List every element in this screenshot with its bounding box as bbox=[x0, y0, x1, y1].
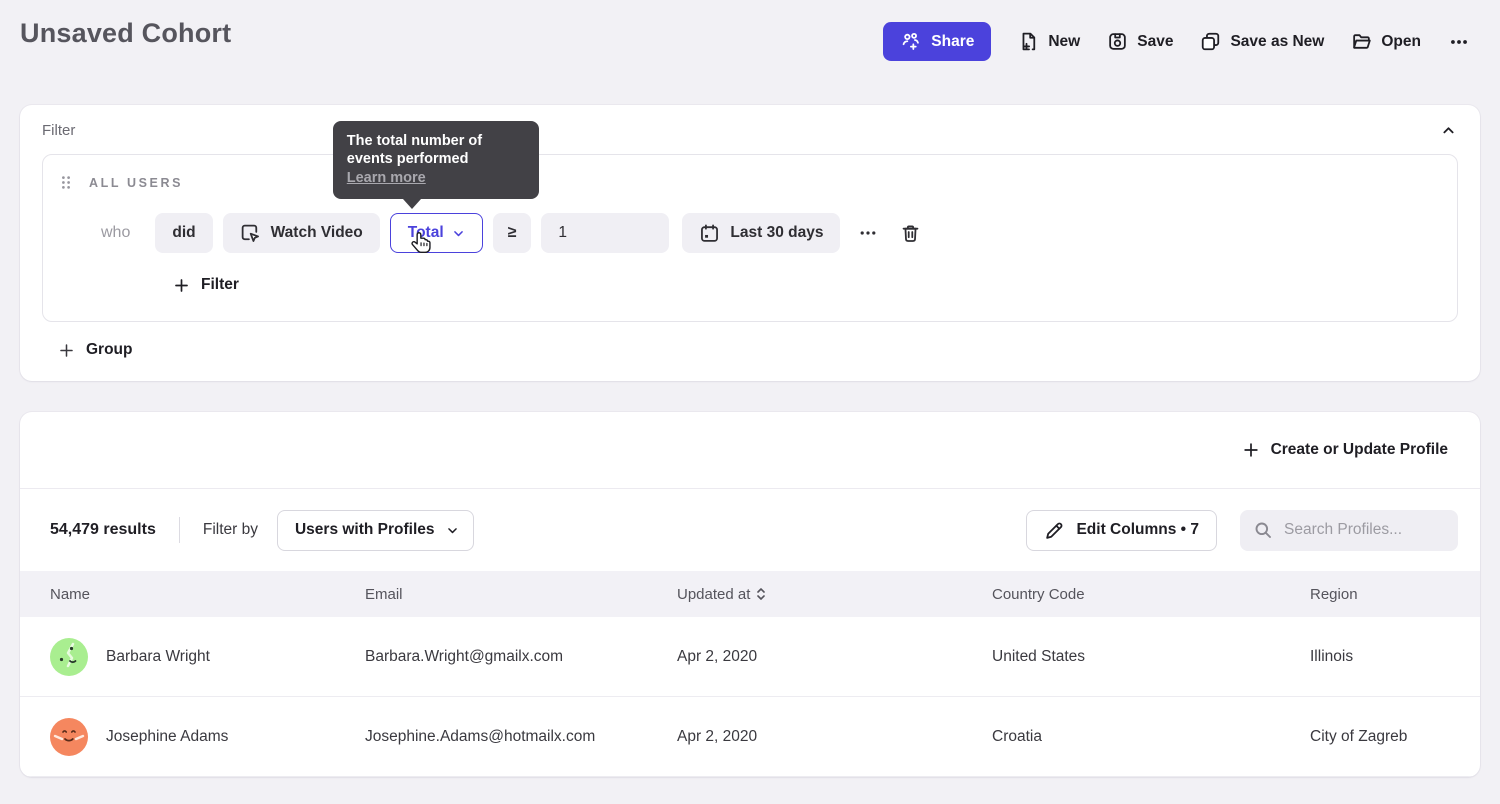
aggregate-tooltip: The total number of events performed Lea… bbox=[333, 121, 539, 199]
calendar-icon bbox=[699, 223, 720, 244]
sort-icon bbox=[756, 587, 766, 601]
profiles-filter-dropdown[interactable]: Users with Profiles bbox=[277, 510, 474, 551]
date-range-selector[interactable]: Last 30 days bbox=[682, 213, 840, 253]
pencil-icon bbox=[1044, 520, 1065, 541]
table-row[interactable]: Barbara Wright Barbara.Wright@gmailx.com… bbox=[20, 617, 1480, 697]
chevron-down-icon bbox=[446, 524, 459, 537]
save-as-new-button[interactable]: Save as New bbox=[1200, 31, 1324, 52]
search-profiles-input[interactable] bbox=[1284, 521, 1445, 539]
trash-icon bbox=[900, 223, 921, 244]
aggregate-selector[interactable]: Total The total number of events perform… bbox=[390, 213, 483, 253]
copy-icon bbox=[1200, 31, 1221, 52]
collapse-filter-button[interactable] bbox=[1441, 123, 1456, 138]
profiles-filter-value: Users with Profiles bbox=[295, 521, 435, 539]
date-range-label: Last 30 days bbox=[730, 224, 823, 242]
add-group-label: Group bbox=[86, 341, 133, 359]
search-profiles-box[interactable] bbox=[1240, 510, 1458, 551]
cell-region: City of Zagreb bbox=[1310, 728, 1450, 746]
edit-columns-button[interactable]: Edit Columns • 7 bbox=[1026, 510, 1217, 551]
plus-icon bbox=[58, 342, 75, 359]
event-selector-label: Watch Video bbox=[271, 224, 363, 242]
value-input[interactable]: 1 bbox=[541, 213, 669, 253]
cell-updated-at: Apr 2, 2020 bbox=[677, 648, 992, 666]
column-header-email[interactable]: Email bbox=[365, 586, 677, 603]
top-bar: Unsaved Cohort Share bbox=[0, 0, 1500, 61]
more-options-button[interactable] bbox=[1448, 31, 1470, 53]
column-header-updated-at[interactable]: Updated at bbox=[677, 586, 992, 603]
edit-columns-label: Edit Columns • 7 bbox=[1076, 521, 1199, 539]
page-title: Unsaved Cohort bbox=[20, 16, 231, 49]
learn-more-link[interactable]: Learn more bbox=[347, 169, 426, 187]
save-button[interactable]: Save bbox=[1107, 31, 1173, 52]
column-header-region[interactable]: Region bbox=[1310, 586, 1450, 603]
who-label: who bbox=[101, 224, 130, 242]
add-filter-button[interactable]: Filter bbox=[173, 276, 239, 294]
did-selector[interactable]: did bbox=[155, 213, 212, 253]
filter-group: ALL USERS who did Watch Video Total bbox=[42, 154, 1458, 322]
filter-by-label: Filter by bbox=[203, 521, 258, 539]
share-button-label: Share bbox=[931, 33, 974, 51]
row-more-options-button[interactable] bbox=[858, 223, 878, 243]
plus-icon bbox=[1242, 441, 1260, 459]
save-icon bbox=[1107, 31, 1128, 52]
filter-panel-title: Filter bbox=[42, 122, 75, 139]
cell-region: Illinois bbox=[1310, 648, 1450, 666]
results-panel: Create or Update Profile 54,479 results … bbox=[20, 412, 1480, 777]
save-button-label: Save bbox=[1137, 33, 1173, 51]
cell-updated-at: Apr 2, 2020 bbox=[677, 728, 992, 746]
cell-email: Josephine.Adams@hotmailx.com bbox=[365, 728, 677, 746]
event-selector[interactable]: Watch Video bbox=[223, 213, 380, 253]
search-icon bbox=[1253, 520, 1273, 540]
share-button[interactable]: Share bbox=[883, 22, 991, 61]
save-as-new-button-label: Save as New bbox=[1230, 33, 1324, 51]
ellipsis-icon bbox=[1448, 31, 1470, 53]
cell-country-code: United States bbox=[992, 648, 1310, 666]
plus-icon bbox=[173, 277, 190, 294]
create-or-update-profile-label: Create or Update Profile bbox=[1271, 441, 1448, 459]
cell-name: Barbara Wright bbox=[106, 648, 210, 666]
folder-open-icon bbox=[1351, 31, 1372, 52]
cell-country-code: Croatia bbox=[992, 728, 1310, 746]
cell-name: Josephine Adams bbox=[106, 728, 228, 746]
aggregate-selector-label: Total bbox=[408, 224, 444, 242]
delete-condition-button[interactable] bbox=[900, 223, 921, 244]
cell-email: Barbara.Wright@gmailx.com bbox=[365, 648, 677, 666]
filter-condition-row: who did Watch Video Total bbox=[101, 213, 1441, 253]
new-document-icon bbox=[1018, 31, 1039, 52]
create-or-update-profile-button[interactable]: Create or Update Profile bbox=[1242, 441, 1448, 459]
tooltip-arrow bbox=[403, 199, 421, 209]
open-button[interactable]: Open bbox=[1351, 31, 1421, 52]
ellipsis-icon bbox=[858, 223, 878, 243]
header-actions: Share New Save bbox=[883, 16, 1470, 61]
filter-panel: Filter ALL USERS who did bbox=[20, 105, 1480, 381]
table-header: Name Email Updated at Country Code Regio… bbox=[20, 571, 1480, 617]
add-group-button[interactable]: Group bbox=[58, 341, 133, 381]
new-button-label: New bbox=[1048, 33, 1080, 51]
group-label: ALL USERS bbox=[89, 176, 183, 190]
table-row[interactable]: Josephine Adams Josephine.Adams@hotmailx… bbox=[20, 697, 1480, 777]
chevron-up-icon bbox=[1441, 123, 1456, 138]
column-header-name[interactable]: Name bbox=[50, 586, 365, 603]
tooltip-text: The total number of events performed bbox=[347, 133, 482, 167]
results-toolbar: 54,479 results Filter by Users with Prof… bbox=[20, 489, 1480, 571]
avatar bbox=[50, 718, 88, 756]
results-count: 54,479 results bbox=[50, 521, 156, 539]
drag-handle-icon[interactable] bbox=[60, 175, 72, 190]
avatar bbox=[50, 638, 88, 676]
chevron-down-icon bbox=[452, 227, 465, 240]
toolbar-divider bbox=[179, 517, 180, 543]
share-users-icon bbox=[900, 31, 921, 52]
click-event-icon bbox=[240, 223, 261, 244]
operator-selector[interactable]: ≥ bbox=[493, 213, 532, 253]
open-button-label: Open bbox=[1381, 33, 1421, 51]
column-header-country-code[interactable]: Country Code bbox=[992, 586, 1310, 603]
new-button[interactable]: New bbox=[1018, 31, 1080, 52]
add-filter-label: Filter bbox=[201, 276, 239, 294]
